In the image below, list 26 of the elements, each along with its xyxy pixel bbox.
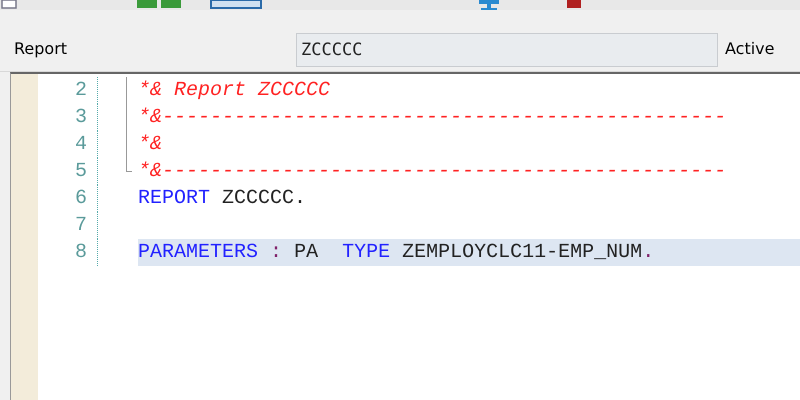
code-identifier: ZCCCCC. [222, 187, 306, 210]
code-editor[interactable]: 2 *& Report ZCCCCC 3 *&----------------------------------------------- 4 *& 5 *&----------------------------------------------- 6 REPORT ZCCCCC. 7 8 PARAMETERS : PA TYPE ZEMPLOYCLC11-EMP_NUM. [10, 72, 800, 400]
code-comment: *&----------------------------------------------- [138, 106, 726, 129]
line-number: 5 [38, 158, 98, 185]
line-number: 8 [38, 239, 98, 266]
code-operator: : [270, 241, 282, 264]
code-operator: . [642, 241, 654, 264]
code-comment: *& Report ZCCCCC [138, 79, 330, 102]
status-text: Active [724, 38, 774, 60]
report-label: Report [14, 38, 68, 60]
line-number: 3 [38, 104, 98, 131]
line-number: 7 [38, 212, 98, 239]
fold-bracket[interactable] [126, 158, 132, 172]
line-number: 4 [38, 131, 98, 158]
window-icon[interactable] [210, 0, 265, 10]
code-comment: *& [138, 133, 162, 156]
code-identifier: ZEMPLOYCLC11-EMP_NUM [402, 241, 642, 264]
code-keyword: PARAMETERS [138, 241, 258, 264]
line-number: 2 [38, 77, 98, 104]
line-number: 6 [38, 185, 98, 212]
code-keyword: REPORT [138, 187, 210, 210]
code-comment: *&----------------------------------------------- [138, 160, 726, 183]
page-icon[interactable] [0, 0, 20, 10]
code-keyword: TYPE [341, 241, 390, 264]
code-identifier: PA [294, 241, 318, 264]
report-name-field[interactable]: ZCCCCC [296, 33, 718, 67]
